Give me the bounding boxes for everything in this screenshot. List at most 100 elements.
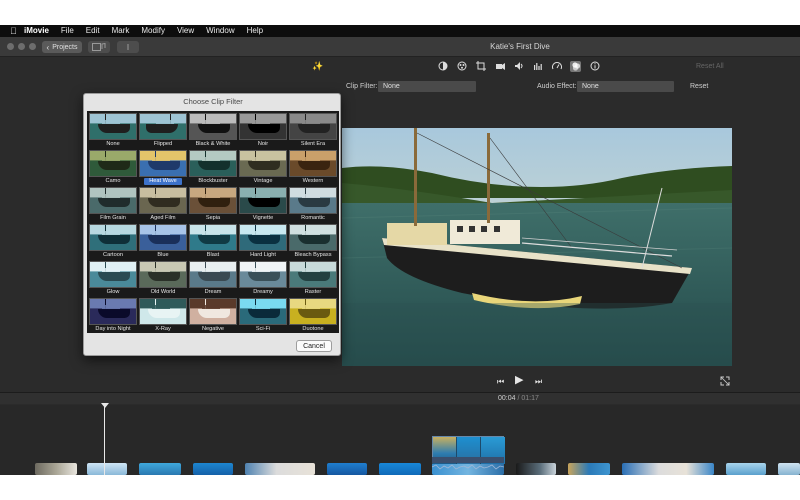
volume-icon[interactable] xyxy=(513,61,524,72)
filter-tile-sci-fi[interactable]: Sci-Fi xyxy=(239,298,287,333)
filter-thumbnail xyxy=(139,113,187,140)
filter-thumbnail xyxy=(289,224,337,251)
timeline-clip[interactable] xyxy=(35,463,77,475)
filter-tile-camo[interactable]: Camo xyxy=(89,150,137,185)
color-correction-icon[interactable] xyxy=(456,61,467,72)
filter-tile-raster[interactable]: Raster xyxy=(289,261,337,296)
reset-button[interactable]: Reset xyxy=(690,83,708,90)
reset-all-button[interactable]: Reset All xyxy=(696,63,724,70)
filter-name: Cartoon xyxy=(103,252,123,258)
filter-tile-old-world[interactable]: Old World xyxy=(139,261,187,296)
filter-thumbnail xyxy=(89,150,137,177)
timeline-clip[interactable] xyxy=(516,463,556,475)
sidebar-toggle-button[interactable] xyxy=(117,41,139,53)
projects-button[interactable]: ‹ Projects xyxy=(42,41,82,53)
clip-filter-icon[interactable] xyxy=(570,61,581,72)
audio-effect-label: Audio Effect: xyxy=(537,83,577,90)
filter-thumbnail xyxy=(239,224,287,251)
info-icon[interactable] xyxy=(589,61,600,72)
filter-tile-romantic[interactable]: Romantic xyxy=(289,187,337,222)
apple-icon[interactable]:  xyxy=(10,25,24,37)
close-window-button[interactable] xyxy=(7,43,14,50)
media-browser-button[interactable] xyxy=(88,41,110,53)
timeline-clip[interactable] xyxy=(327,463,367,475)
filter-tile-bleach-bypass[interactable]: Bleach Bypass xyxy=(289,224,337,259)
clip-filter-field[interactable]: None xyxy=(378,81,476,92)
filter-tile-dreamy[interactable]: Dreamy xyxy=(239,261,287,296)
filter-tile-cartoon[interactable]: Cartoon xyxy=(89,224,137,259)
play-button[interactable]: ▶ xyxy=(515,374,523,386)
filter-tile-heat-wave[interactable]: Heat Wave xyxy=(139,150,187,185)
filter-tile-vignette[interactable]: Vignette xyxy=(239,187,287,222)
noise-reduction-icon[interactable] xyxy=(532,61,543,72)
filter-tile-x-ray[interactable]: X-Ray xyxy=(139,298,187,333)
skip-back-button[interactable]: ⏮ xyxy=(497,376,504,388)
filter-tile-flipped[interactable]: Flipped xyxy=(139,113,187,148)
menu-edit[interactable]: Edit xyxy=(86,25,100,37)
minimize-window-button[interactable] xyxy=(18,43,25,50)
menu-help[interactable]: Help xyxy=(247,25,263,37)
crop-icon[interactable] xyxy=(475,61,486,72)
menu-file[interactable]: File xyxy=(61,25,74,37)
timeline-clip[interactable] xyxy=(778,463,800,475)
menu-modify[interactable]: Modify xyxy=(141,25,165,37)
filter-tile-vintage[interactable]: Vintage xyxy=(239,150,287,185)
filter-name: Aged Film xyxy=(150,215,176,221)
video-viewer[interactable] xyxy=(342,128,732,366)
filter-tile-western[interactable]: Western xyxy=(289,150,337,185)
timeline-clip[interactable] xyxy=(568,463,610,475)
filter-tile-negative[interactable]: Negative xyxy=(189,298,237,333)
filter-thumbnail xyxy=(89,224,137,251)
filter-name: Vintage xyxy=(253,178,273,184)
filter-tile-duotone[interactable]: Duotone xyxy=(289,298,337,333)
filter-tile-glow[interactable]: Glow xyxy=(89,261,137,296)
filter-name: Blue xyxy=(157,252,169,258)
menu-window[interactable]: Window xyxy=(206,25,234,37)
fullscreen-icon[interactable] xyxy=(720,376,730,388)
filter-tile-silent-era[interactable]: Silent Era xyxy=(289,113,337,148)
total-time: 01:17 xyxy=(521,395,539,402)
filter-name: Negative xyxy=(201,326,225,332)
stabilization-icon[interactable] xyxy=(494,61,505,72)
timeline[interactable] xyxy=(0,403,800,475)
filter-thumbnail xyxy=(289,261,337,288)
color-balance-icon[interactable] xyxy=(437,61,448,72)
skip-forward-button[interactable]: ⏭ xyxy=(535,376,542,388)
timeline-clip[interactable] xyxy=(726,463,766,475)
timeline-clip[interactable] xyxy=(379,463,421,475)
filter-tile-dream[interactable]: Dream xyxy=(189,261,237,296)
filter-thumbnail xyxy=(189,150,237,177)
filter-tile-hard-light[interactable]: Hard Light xyxy=(239,224,287,259)
filter-tile-black-white[interactable]: Black & White xyxy=(189,113,237,148)
magic-wand-icon[interactable]: ✨ xyxy=(312,61,323,72)
filter-tile-blue[interactable]: Blue xyxy=(139,224,187,259)
menu-mark[interactable]: Mark xyxy=(112,25,130,37)
filter-thumbnail xyxy=(189,261,237,288)
filter-tile-sepia[interactable]: Sepia xyxy=(189,187,237,222)
filter-tile-day-into-night[interactable]: Day into Night xyxy=(89,298,137,333)
filter-tile-noir[interactable]: Noir xyxy=(239,113,287,148)
filter-thumbnail xyxy=(239,298,287,325)
timeline-clip[interactable] xyxy=(193,463,233,475)
audio-effect-field[interactable]: None xyxy=(577,81,674,92)
choose-clip-filter-dialog: Choose Clip Filter None Flipped Black & Wh… xyxy=(83,93,341,356)
filter-tile-blast[interactable]: Blast xyxy=(189,224,237,259)
speed-icon[interactable] xyxy=(551,61,562,72)
filter-tile-aged-film[interactable]: Aged Film xyxy=(139,187,187,222)
timeline-clip[interactable] xyxy=(139,463,181,475)
adjustments-bar: ✨ Reset All xyxy=(0,58,800,76)
cancel-button[interactable]: Cancel xyxy=(296,340,332,352)
playhead-handle[interactable] xyxy=(101,403,109,408)
filter-tile-blockbuster[interactable]: Blockbuster xyxy=(189,150,237,185)
filter-tile-none[interactable]: None xyxy=(89,113,137,148)
timeline-clip[interactable] xyxy=(245,463,315,475)
menu-view[interactable]: View xyxy=(177,25,194,37)
filter-tile-film-grain[interactable]: Film Grain xyxy=(89,187,137,222)
filter-thumbnail xyxy=(89,298,137,325)
menu-imovie[interactable]: iMovie xyxy=(24,25,49,37)
filter-thumbnail xyxy=(289,150,337,177)
timeline-clip[interactable] xyxy=(87,463,127,475)
timeline-clip[interactable] xyxy=(622,463,714,475)
playhead[interactable] xyxy=(104,405,105,475)
zoom-window-button[interactable] xyxy=(29,43,36,50)
